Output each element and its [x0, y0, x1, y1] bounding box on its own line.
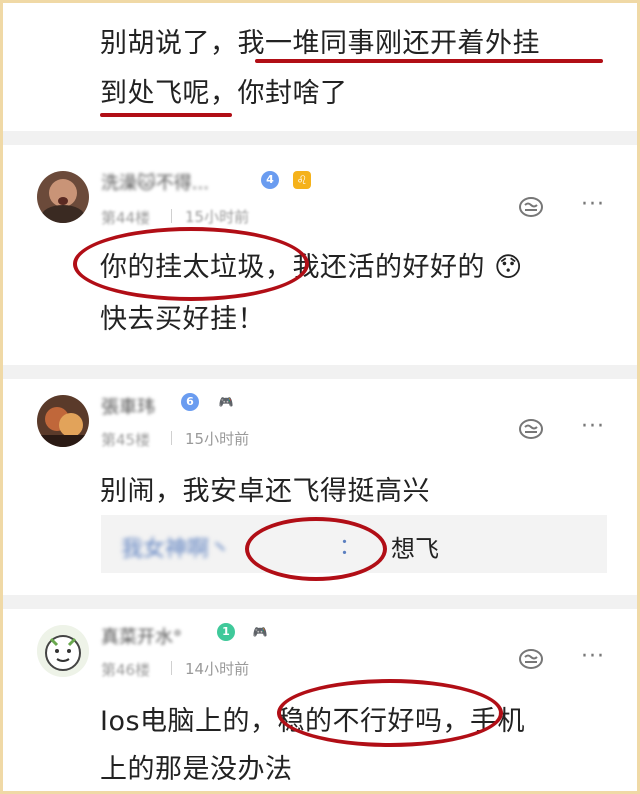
- more-icon[interactable]: ···: [581, 194, 605, 216]
- comment-text-line: 上的那是没办法: [100, 754, 293, 785]
- comment-text-line: 别闹，我安卓还飞得挺高兴: [100, 476, 430, 507]
- annotation-circle: [277, 679, 503, 747]
- comment-separator: [3, 131, 637, 145]
- avatar[interactable]: [37, 395, 89, 447]
- level-badge: 4: [261, 171, 279, 189]
- annotation-underline: [100, 113, 232, 117]
- top-comment-line-1: 别胡说了，我一堆同事刚还开着外挂: [100, 21, 540, 60]
- username[interactable]: 真菜开水°: [101, 623, 182, 649]
- top-comment-text-a: 别胡说了，: [100, 28, 238, 59]
- floor-number: 第44楼: [101, 209, 151, 227]
- level-badge: 1: [217, 623, 235, 641]
- top-comment-text-b: 我一堆同事刚还开着外挂: [237, 28, 540, 59]
- top-comment-line-2: 到处飞呢，你封啥了: [100, 71, 348, 110]
- meta-divider: [171, 209, 172, 223]
- reply-icon[interactable]: [517, 195, 545, 219]
- comment-separator: [3, 595, 637, 609]
- comment-separator: [3, 365, 637, 379]
- timestamp: 14小时前: [185, 660, 250, 678]
- screenshot-frame: 别胡说了，我一堆同事刚还开着外挂 到处飞呢，你封啥了 洗澡🐱不得... 4 ♌ …: [0, 0, 640, 794]
- gamepad-icon: 🎮: [218, 395, 234, 409]
- timestamp: 15小时前: [185, 430, 250, 448]
- quoted-reply-text: 想飞: [391, 535, 439, 563]
- username[interactable]: 張車玮: [101, 393, 155, 419]
- annotation-underline: [255, 59, 603, 63]
- avatar[interactable]: [37, 625, 89, 677]
- more-icon[interactable]: ···: [581, 646, 605, 668]
- floor-number: 第45楼: [101, 431, 151, 449]
- reply-icon[interactable]: [517, 417, 545, 441]
- avatar[interactable]: [37, 171, 89, 223]
- level-badge: 6: [181, 393, 199, 411]
- quoted-reply-author[interactable]: 我女神啊丶: [121, 531, 231, 563]
- username[interactable]: 洗澡🐱不得...: [101, 169, 209, 195]
- annotation-circle: [245, 517, 387, 581]
- top-comment-text-c: 到处飞呢: [100, 78, 210, 109]
- more-icon[interactable]: ···: [581, 416, 605, 438]
- floor-number: 第46楼: [101, 661, 151, 679]
- timestamp: 15小时前: [185, 208, 250, 226]
- top-comment-text-d: ，你封啥了: [210, 78, 348, 109]
- meta-divider: [171, 431, 172, 445]
- annotation-circle: [73, 227, 309, 301]
- comment-text-line: 快去买好挂！: [100, 304, 265, 335]
- vip-icon: ♌: [293, 171, 311, 189]
- reply-icon[interactable]: [517, 647, 545, 671]
- meta-divider: [171, 661, 172, 675]
- gamepad-icon: 🎮: [252, 625, 268, 639]
